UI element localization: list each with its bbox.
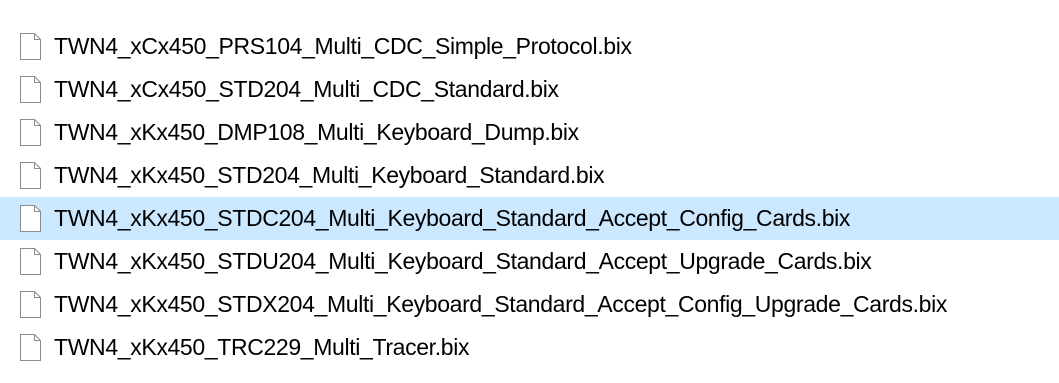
file-row[interactable]: TWN4_xKx450_DMP108_Multi_Keyboard_Dump.b…	[0, 111, 1059, 154]
file-row-selected[interactable]: TWN4_xKx450_STDC204_Multi_Keyboard_Stand…	[0, 197, 1059, 240]
file-name: TWN4_xKx450_TRC229_Multi_Tracer.bix	[54, 334, 470, 360]
document-icon	[20, 205, 41, 232]
file-row[interactable]: TWN4_xCx450_PRS104_Multi_CDC_Simple_Prot…	[0, 25, 1059, 68]
file-list: TWN4_xCx450_PRS104_Multi_CDC_Simple_Prot…	[0, 0, 1059, 383]
file-row[interactable]: TWN4_xKx450_STDX204_Multi_Keyboard_Stand…	[0, 283, 1059, 326]
file-name: TWN4_xKx450_DMP108_Multi_Keyboard_Dump.b…	[54, 119, 579, 145]
document-icon	[20, 76, 41, 103]
document-icon	[20, 119, 41, 146]
file-row[interactable]: TWN4_xCx450_STD204_Multi_CDC_Standard.bi…	[0, 68, 1059, 111]
document-icon	[20, 248, 41, 275]
file-name: TWN4_xCx450_STD204_Multi_CDC_Standard.bi…	[54, 76, 559, 102]
document-icon	[20, 334, 41, 361]
file-name: TWN4_xKx450_STD204_Multi_Keyboard_Standa…	[54, 162, 605, 188]
document-icon	[20, 33, 41, 60]
document-icon	[20, 162, 41, 189]
file-name: TWN4_xKx450_STDX204_Multi_Keyboard_Stand…	[54, 291, 947, 317]
file-name: TWN4_xKx450_STDU204_Multi_Keyboard_Stand…	[54, 248, 872, 274]
file-name: TWN4_xKx450_STDC204_Multi_Keyboard_Stand…	[54, 205, 851, 231]
file-name: TWN4_xCx450_PRS104_Multi_CDC_Simple_Prot…	[54, 33, 632, 59]
file-row[interactable]: TWN4_xKx450_STD204_Multi_Keyboard_Standa…	[0, 154, 1059, 197]
document-icon	[20, 291, 41, 318]
file-row[interactable]: TWN4_xKx450_TRC229_Multi_Tracer.bix	[0, 326, 1059, 369]
file-row[interactable]: TWN4_xKx450_STDU204_Multi_Keyboard_Stand…	[0, 240, 1059, 283]
